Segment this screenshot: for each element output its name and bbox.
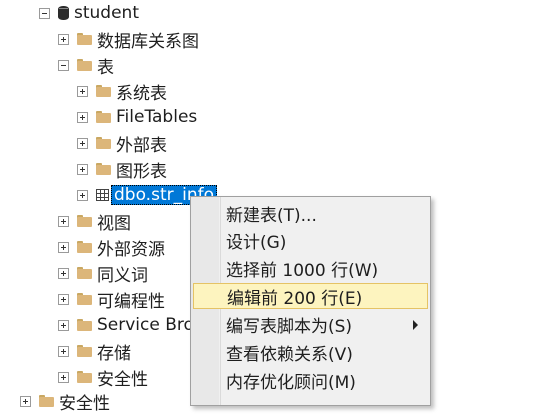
folder-icon [96, 137, 111, 149]
tree-node-security[interactable]: 安全性 [58, 364, 148, 390]
tree-node-label: 安全性 [97, 369, 148, 390]
tree-node-label: 表 [97, 57, 114, 78]
menu-item-memory-optimization-advisor[interactable]: 内存优化顾问(M) [193, 367, 428, 393]
tree-node-tables[interactable]: 表 [58, 52, 114, 78]
folder-icon [77, 371, 92, 383]
menu-item-label: 设计(G) [226, 232, 287, 253]
tree-node-external-resources[interactable]: 外部资源 [58, 234, 165, 260]
table-icon [96, 189, 109, 201]
expand-icon[interactable] [58, 319, 69, 331]
database-icon [58, 6, 69, 20]
expand-icon[interactable] [20, 395, 31, 407]
tree-node-views[interactable]: 视图 [58, 208, 131, 234]
menu-item-view-dependencies[interactable]: 查看依赖关系(V) [193, 339, 428, 365]
menu-item-edit-top-200[interactable]: 编辑前 200 行(E) [193, 283, 428, 309]
tree-node-server-security[interactable]: 安全性 [20, 388, 110, 414]
folder-icon [77, 293, 92, 305]
expand-icon[interactable] [77, 85, 88, 97]
tree-node-label: 外部表 [116, 135, 167, 156]
menu-item-label: 编辑前 200 行(E) [227, 288, 363, 309]
tree-node-label: FileTables [116, 107, 198, 127]
menu-item-design[interactable]: 设计(G) [193, 227, 428, 253]
collapse-icon[interactable] [39, 7, 50, 19]
tree-node-label: 可编程性 [97, 291, 165, 312]
submenu-arrow-icon [413, 320, 418, 330]
tree-node-label: 同义词 [97, 265, 148, 286]
menu-item-new-table[interactable]: 新建表(T)... [193, 200, 428, 226]
folder-icon [77, 345, 92, 357]
expand-icon[interactable] [58, 215, 69, 227]
tree-node-filetables[interactable]: FileTables [77, 104, 197, 130]
expand-icon[interactable] [58, 241, 69, 253]
tree-node-diagrams[interactable]: 数据库关系图 [58, 26, 199, 52]
tree-node-label: 系统表 [116, 83, 167, 104]
tree-node-label: 安全性 [59, 393, 110, 414]
tree-node-label: 外部资源 [97, 239, 165, 260]
folder-icon [77, 267, 92, 279]
folder-icon [96, 85, 111, 97]
tree-node-label: 图形表 [116, 161, 167, 182]
folder-icon [77, 33, 92, 45]
folder-icon [77, 241, 92, 253]
folder-icon [96, 111, 111, 123]
expand-icon[interactable] [77, 137, 88, 149]
tree-node-graph-tables[interactable]: 图形表 [77, 156, 167, 182]
folder-icon [96, 163, 111, 175]
expand-icon[interactable] [58, 345, 69, 357]
folder-icon [77, 59, 92, 71]
expand-icon[interactable] [58, 267, 69, 279]
tree-node-storage[interactable]: 存储 [58, 338, 131, 364]
context-menu: 新建表(T)... 设计(G) 选择前 1000 行(W) 编辑前 200 行(… [190, 196, 431, 406]
tree-node-programmability[interactable]: 可编程性 [58, 286, 165, 312]
menu-item-script-table-as[interactable]: 编写表脚本为(S) [193, 311, 428, 337]
expand-icon[interactable] [77, 111, 88, 123]
folder-icon [39, 395, 54, 407]
tree-node-external-tables[interactable]: 外部表 [77, 130, 167, 156]
expand-icon[interactable] [58, 371, 69, 383]
tree-node-system-tables[interactable]: 系统表 [77, 78, 167, 104]
tree-node-label: 存储 [97, 343, 131, 364]
menu-item-label: 选择前 1000 行(W) [226, 260, 379, 281]
tree-node-student-db[interactable]: student [39, 0, 139, 26]
menu-item-label: 内存优化顾问(M) [226, 372, 356, 393]
expand-icon[interactable] [77, 163, 88, 175]
expand-icon[interactable] [58, 33, 69, 45]
tree-node-label: 数据库关系图 [97, 31, 199, 52]
menu-item-select-top-1000[interactable]: 选择前 1000 行(W) [193, 255, 428, 281]
expand-icon[interactable] [58, 293, 69, 305]
tree-node-label: 视图 [97, 213, 131, 234]
tree-node-synonyms[interactable]: 同义词 [58, 260, 148, 286]
expand-icon[interactable] [77, 189, 88, 201]
menu-item-label: 编写表脚本为(S) [226, 316, 353, 337]
collapse-icon[interactable] [58, 59, 69, 71]
folder-icon [77, 319, 92, 331]
tree-node-label: student [74, 3, 139, 23]
menu-item-label: 新建表(T)... [226, 205, 317, 226]
menu-item-label: 查看依赖关系(V) [226, 344, 353, 365]
folder-icon [77, 215, 92, 227]
